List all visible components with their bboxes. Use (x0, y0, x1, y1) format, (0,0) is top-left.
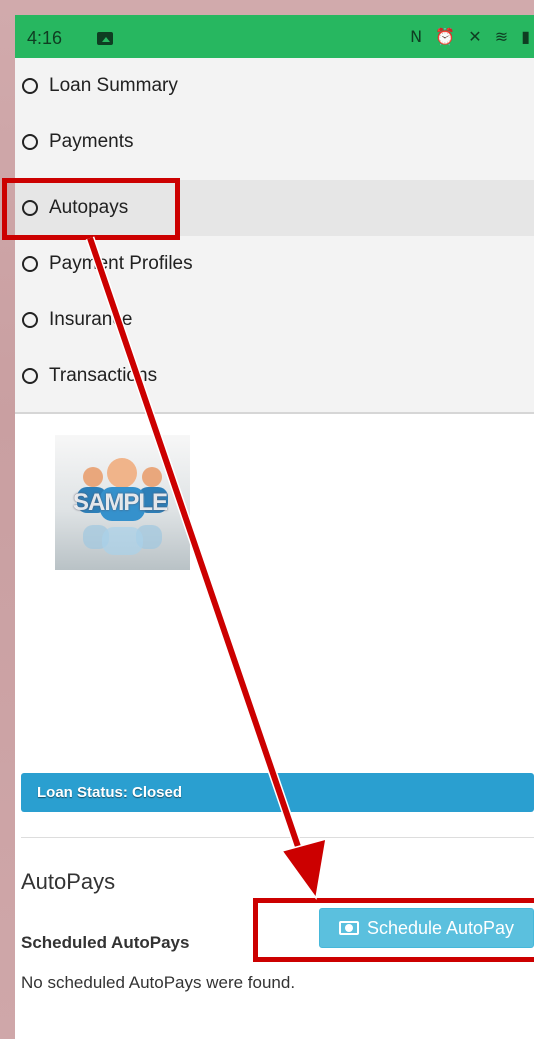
menu-item-label: Transactions (49, 365, 158, 386)
radio-icon (22, 134, 38, 150)
scheduled-autopays-heading: Scheduled AutoPays (21, 933, 190, 952)
status-time: 4:16 (27, 28, 63, 48)
menu-item-label: Payment Profiles (49, 253, 193, 274)
autopays-highlight-box (2, 178, 180, 240)
status-bar: 4:16 N ⏰ ✕ ≋ ▮ (15, 15, 534, 58)
radio-icon (22, 368, 38, 384)
loan-status-banner: Loan Status: Closed (21, 773, 534, 812)
menu-item-transactions[interactable]: Transactions (15, 348, 534, 404)
menu-item-loan-summary[interactable]: Loan Summary (15, 58, 534, 114)
radio-icon (22, 256, 38, 272)
autopays-title: AutoPays (21, 869, 116, 894)
system-status-icons: N ⏰ ✕ ≋ ▮ (410, 27, 534, 46)
section-divider (21, 837, 534, 838)
schedule-button-highlight-box (253, 898, 534, 962)
menu-item-insurance[interactable]: Insurance (15, 292, 534, 348)
phone-screen: 4:16 N ⏰ ✕ ≋ ▮ Loan Summary Payments Aut… (15, 15, 534, 1039)
menu-item-label: Insurance (49, 309, 133, 330)
menu-item-payments[interactable]: Payments (15, 114, 534, 170)
no-autopays-message: No scheduled AutoPays were found. (21, 973, 296, 992)
sample-watermark: SAMPLE (73, 489, 168, 516)
menu-item-label: Loan Summary (49, 75, 178, 96)
menu-item-label: Payments (49, 131, 134, 152)
radio-icon (22, 78, 38, 94)
menu-item-payment-profiles[interactable]: Payment Profiles (15, 236, 534, 292)
radio-icon (22, 312, 38, 328)
loan-status-text: Loan Status: Closed (37, 784, 183, 801)
gallery-icon (97, 32, 113, 45)
profile-avatar: SAMPLE (55, 435, 190, 570)
